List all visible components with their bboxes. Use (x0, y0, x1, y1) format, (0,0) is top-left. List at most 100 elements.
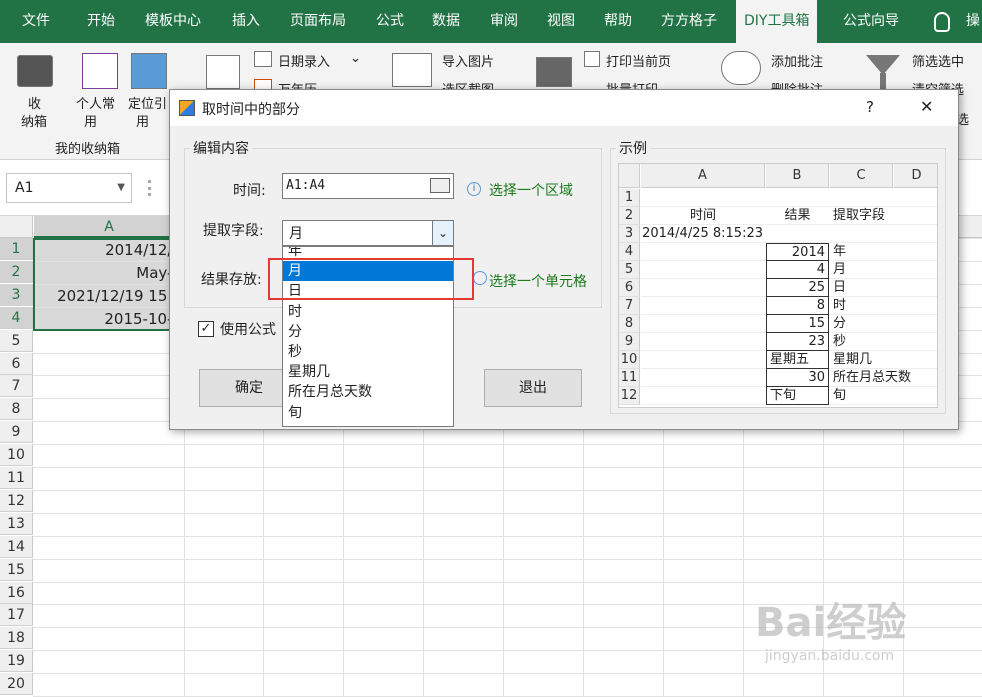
time-range-input[interactable]: A1:A4 (282, 173, 454, 199)
lightbulb-icon[interactable] (934, 12, 950, 32)
example-row-header: 10 (619, 351, 640, 369)
tab-review[interactable]: 审阅 (490, 0, 518, 43)
row-header[interactable]: 20 (0, 673, 33, 696)
chevron-down-icon[interactable]: ⌄ (350, 51, 361, 66)
tab-insert[interactable]: 插入 (232, 0, 260, 43)
row-header[interactable]: 1 (0, 238, 33, 260)
tab-template-center[interactable]: 模板中心 (145, 0, 201, 43)
dropdown-option[interactable]: 星期几 (283, 362, 453, 382)
dropdown-option[interactable]: 分 (283, 322, 453, 342)
grid-hline (33, 558, 982, 560)
info-icon: i (467, 182, 481, 196)
grid-hline (33, 604, 982, 606)
row-header[interactable]: 12 (0, 489, 33, 512)
exit-button[interactable]: 退出 (484, 369, 582, 407)
chevron-down-icon[interactable]: ▼ (117, 174, 125, 202)
storage-box-label-1[interactable]: 收 (28, 93, 41, 112)
row-header[interactable]: 19 (0, 650, 33, 673)
range-picker-icon[interactable] (430, 178, 450, 193)
close-button[interactable]: ✕ (920, 97, 933, 116)
print-page-icon[interactable] (584, 51, 600, 67)
help-button[interactable]: ? (866, 98, 874, 116)
personal-label-1[interactable]: 个人常 (76, 93, 115, 112)
grid-hline (33, 467, 982, 468)
example-col-b: B (766, 164, 829, 188)
add-comment-button[interactable]: 添加批注 (771, 51, 823, 70)
example-field-cell: 所在月总天数 (833, 370, 912, 385)
personal-favorites-icon[interactable] (82, 53, 118, 89)
import-picture-button[interactable]: 导入图片 (442, 51, 494, 70)
tab-help[interactable]: 帮助 (604, 0, 632, 43)
comment-bubble-icon[interactable] (721, 51, 761, 85)
date-entry-icon[interactable] (254, 51, 272, 67)
filter-funnel-stem (880, 73, 886, 89)
select-all-corner[interactable] (0, 216, 33, 238)
locate-reference-icon[interactable] (131, 53, 167, 89)
row-header[interactable]: 17 (0, 604, 33, 627)
example-row-header: 5 (619, 261, 640, 279)
tab-fangfang[interactable]: 方方格子 (661, 0, 717, 43)
row-header[interactable]: 5 (0, 329, 33, 352)
grid-hline (33, 512, 982, 514)
dropdown-option[interactable]: 时 (283, 302, 453, 322)
field-combobox[interactable]: 月 ⌄ (282, 220, 454, 246)
row-header[interactable]: 16 (0, 581, 33, 604)
group-edit-label: 编辑内容 (190, 138, 252, 158)
example-result-cell: 23 (766, 333, 829, 351)
example-table: A B C D 1 2 3 4 5 6 7 8 9 10 11 12 时间 结果 提取字段 2014/… (618, 163, 938, 408)
date-entry-button[interactable]: 日期录入 (278, 51, 330, 70)
grid-hline (33, 627, 982, 629)
tab-diy-toolbox[interactable]: DIY工具箱 (736, 0, 818, 43)
row-header[interactable]: 11 (0, 467, 33, 489)
filter-selected-button[interactable]: 筛选选中 (912, 51, 964, 70)
use-formula-checkbox[interactable]: ✓ (198, 321, 214, 337)
dialog-title-bar[interactable]: 取时间中的部分 ? ✕ (170, 90, 958, 126)
row-header[interactable]: 18 (0, 627, 33, 650)
tab-data[interactable]: 数据 (432, 0, 460, 43)
example-row-header: 11 (619, 369, 640, 387)
row-header[interactable]: 7 (0, 375, 33, 398)
personal-label-2[interactable]: 用 (84, 111, 97, 130)
example-field-cell: 旬 (833, 388, 847, 403)
example-result-cell: 4 (766, 261, 829, 279)
storage-box-label-2[interactable]: 纳箱 (21, 111, 47, 130)
example-row-header: 4 (619, 243, 640, 261)
tab-formulas[interactable]: 公式 (376, 0, 404, 43)
dropdown-option[interactable]: 旬 (283, 403, 453, 423)
filter-funnel-icon[interactable] (866, 55, 900, 75)
example-row-header: 9 (619, 333, 640, 351)
locate-label-2[interactable]: 用 (136, 111, 149, 130)
locate-label-1[interactable]: 定位引 (128, 93, 167, 112)
example-field-cell: 年 (833, 244, 847, 259)
tab-formula-wizard[interactable]: 公式向导 (843, 0, 899, 43)
example-col-a: A (641, 164, 765, 188)
row-header[interactable]: 4 (0, 306, 33, 329)
print-current-page-button[interactable]: 打印当前页 (606, 51, 671, 70)
row-header[interactable]: 14 (0, 535, 33, 558)
column-header-a[interactable]: A (34, 216, 184, 238)
row-header[interactable]: 10 (0, 444, 33, 467)
tab-home[interactable]: 开始 (87, 0, 115, 43)
toolbox-icon[interactable] (17, 55, 53, 87)
tab-file[interactable]: 文件 (22, 0, 50, 43)
row-header[interactable]: 3 (0, 283, 33, 306)
row-header[interactable]: 13 (0, 512, 33, 535)
example-result-cell: 8 (766, 297, 829, 315)
chevron-down-icon[interactable]: ⌄ (432, 221, 453, 245)
row-header[interactable]: 15 (0, 558, 33, 581)
example-row-header: 7 (619, 297, 640, 315)
row-header[interactable]: 6 (0, 352, 33, 375)
row-header[interactable]: 9 (0, 421, 33, 444)
calendar-grid-icon[interactable] (206, 55, 240, 89)
tab-page-layout[interactable]: 页面布局 (290, 0, 346, 43)
printer-icon[interactable] (536, 57, 572, 87)
row-header[interactable]: 2 (0, 260, 33, 283)
row-header[interactable]: 8 (0, 398, 33, 421)
tab-view[interactable]: 视图 (547, 0, 575, 43)
import-picture-icon[interactable] (392, 53, 432, 87)
name-box[interactable]: A1 ▼ (6, 173, 132, 203)
grid-hline (33, 673, 982, 675)
dropdown-option[interactable]: 所在月总天数 (283, 382, 453, 402)
dropdown-option[interactable]: 秒 (283, 342, 453, 362)
tab-operate[interactable]: 操 (966, 0, 980, 43)
